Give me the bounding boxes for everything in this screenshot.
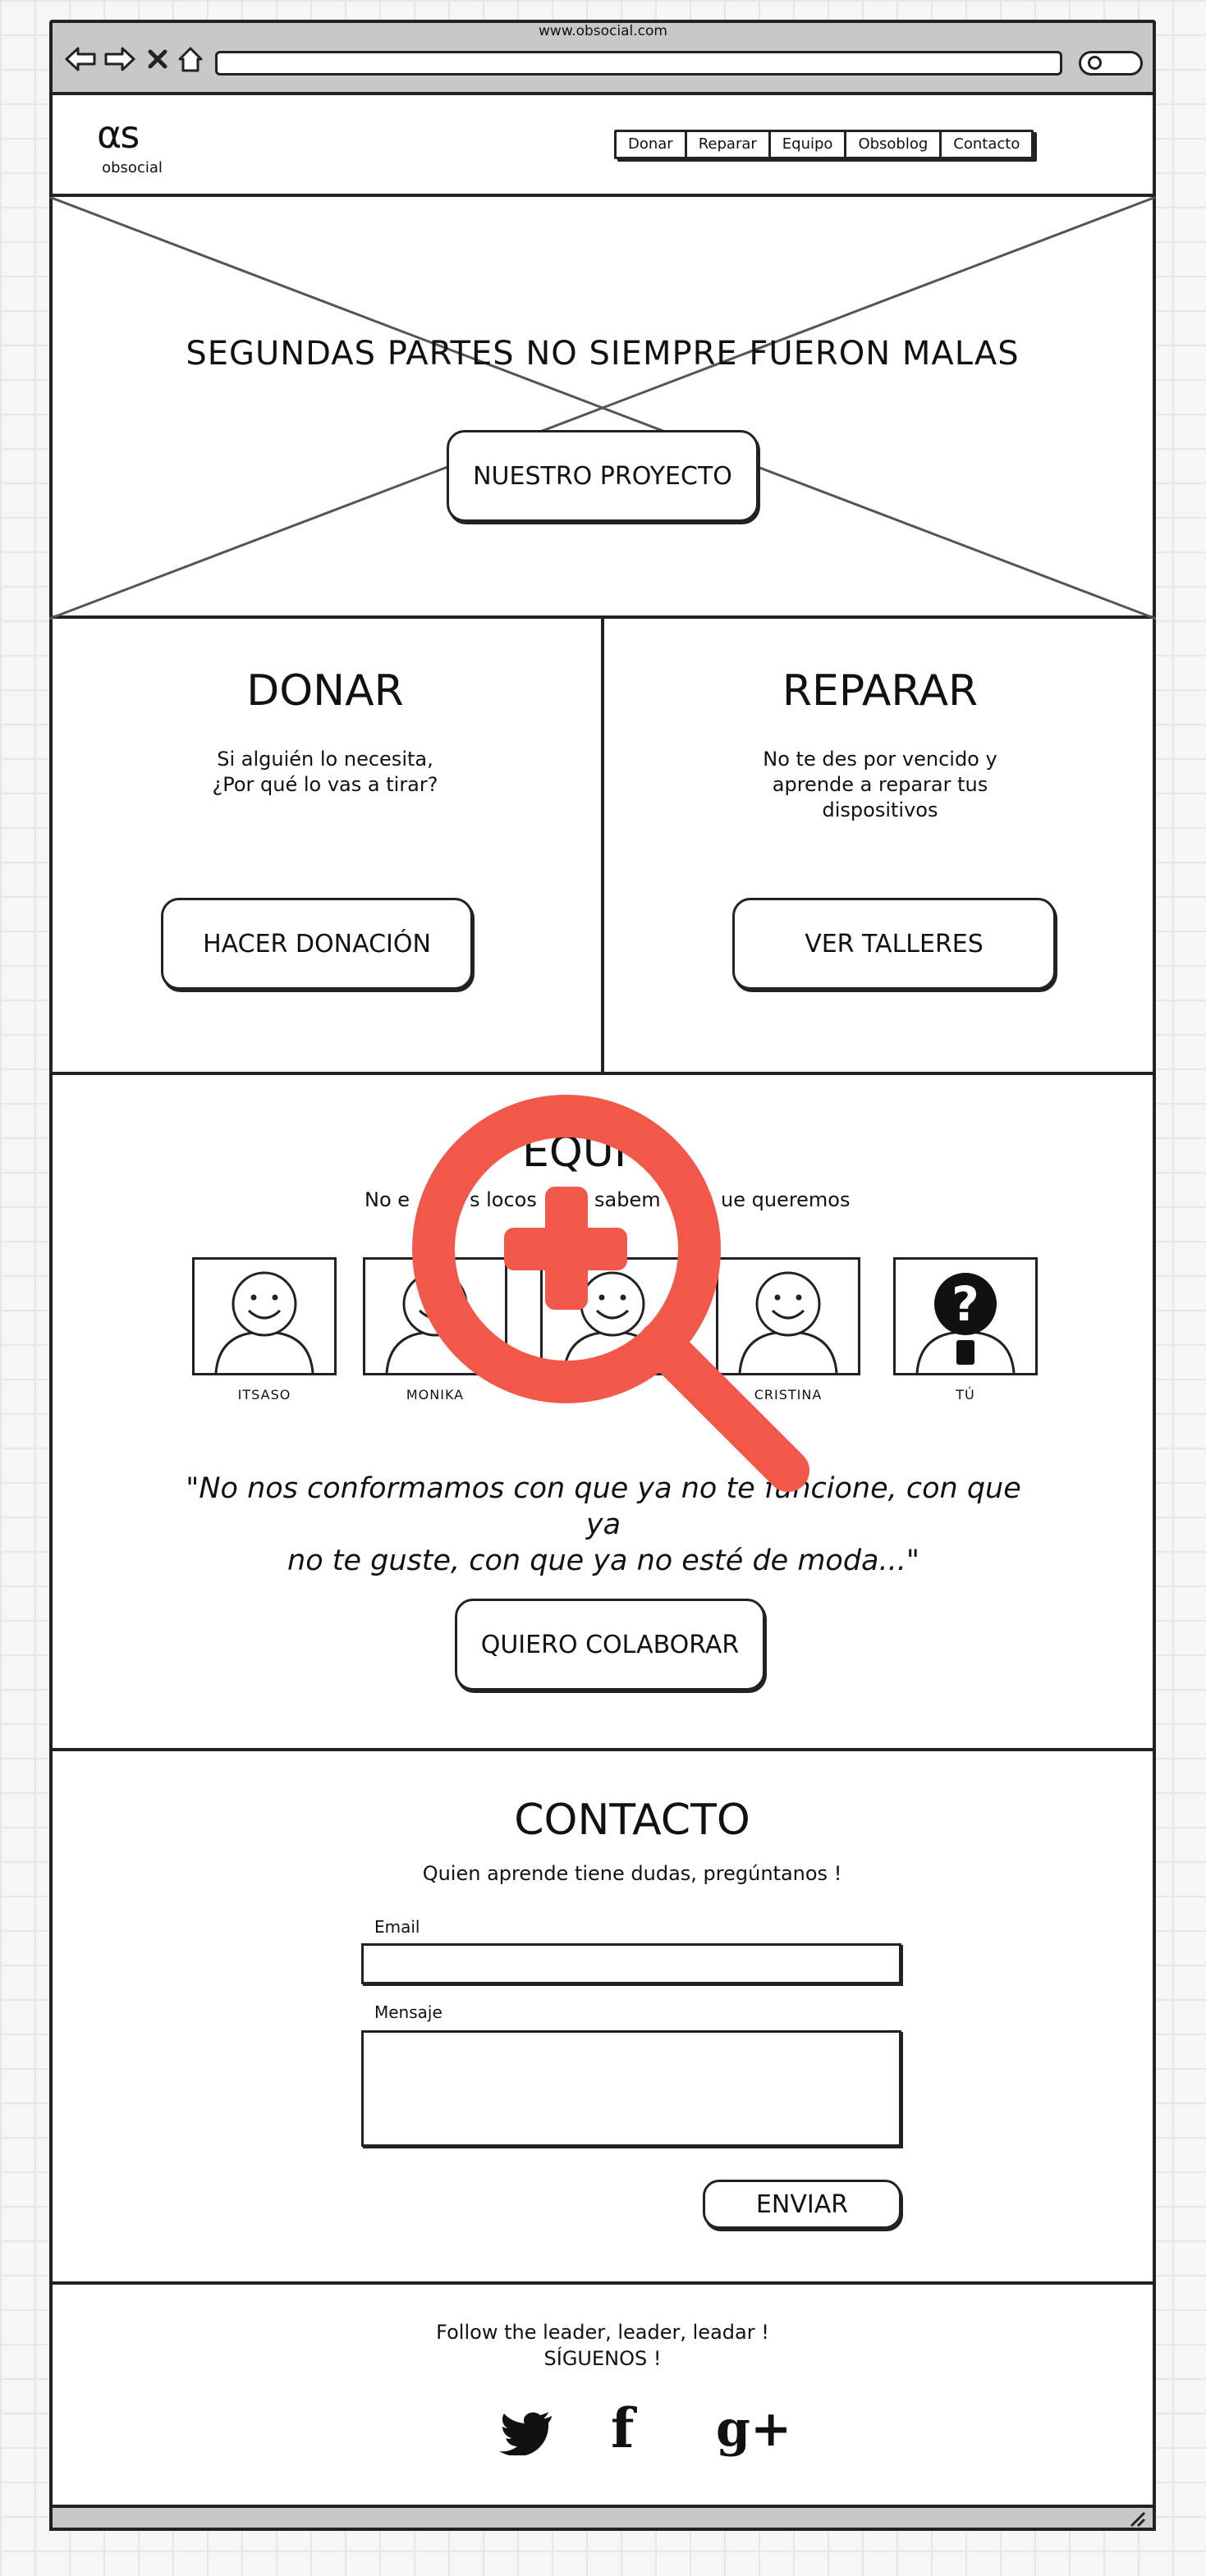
- nav-equipo[interactable]: Equipo: [771, 132, 847, 157]
- section-divider: [49, 1748, 1156, 1751]
- zoom-in-icon[interactable]: [397, 1080, 824, 1507]
- donate-button[interactable]: HACER DONACIÓN: [161, 898, 473, 990]
- reparar-text-line: dispositivos: [822, 798, 938, 821]
- logo-text: obsocial: [102, 159, 163, 176]
- search-icon: [1088, 56, 1102, 70]
- logo-mark[interactable]: αs: [97, 115, 163, 154]
- collaborate-button[interactable]: QUIERO COLABORAR: [455, 1599, 765, 1691]
- email-field[interactable]: [361, 1943, 901, 1984]
- reparar-text: No te des por vencido y aprende a repara…: [604, 747, 1156, 823]
- back-icon[interactable]: [64, 43, 97, 75]
- footer-line: Follow the leader, leader, leadar !: [436, 2321, 769, 2344]
- email-label: Email: [374, 1917, 420, 1937]
- contacto-subtitle: Quien aprende tiene dudas, pregúntanos !: [422, 1862, 842, 1885]
- browser-search-field[interactable]: [1079, 51, 1143, 75]
- home-icon[interactable]: [174, 43, 207, 75]
- send-button[interactable]: ENVIAR: [703, 2180, 901, 2229]
- quote-line: no te guste, con que ya no esté de moda.…: [287, 1544, 919, 1577]
- page-url: www.obsocial.com: [539, 23, 667, 39]
- team-member-avatar-you: ?: [893, 1257, 1038, 1375]
- reparar-title: REPARAR: [782, 666, 979, 716]
- resize-grip-icon[interactable]: [1128, 2510, 1146, 2528]
- close-icon[interactable]: [144, 43, 171, 75]
- workshops-button[interactable]: VER TALLERES: [732, 898, 1056, 990]
- donar-title: DONAR: [246, 666, 404, 716]
- hero-title: SEGUNDAS PARTES NO SIEMPRE FUERON MALAS: [186, 335, 1020, 373]
- svg-text:?: ?: [952, 1276, 979, 1332]
- message-label: Mensaje: [374, 2002, 443, 2022]
- facebook-icon[interactable]: f: [611, 2401, 634, 2455]
- main-nav: Donar Reparar Equipo Obsoblog Contacto: [614, 130, 1034, 159]
- section-divider: [49, 1072, 1156, 1075]
- project-button[interactable]: NUESTRO PROYECTO: [447, 430, 759, 522]
- donar-text: Si alguién lo necesita, ¿Por qué lo vas …: [49, 747, 601, 798]
- address-bar[interactable]: [215, 51, 1062, 75]
- team-member-name: TÚ: [956, 1387, 975, 1402]
- nav-obsoblog[interactable]: Obsoblog: [846, 132, 942, 157]
- twitter-icon[interactable]: [499, 2409, 553, 2464]
- contacto-title: CONTACTO: [514, 1796, 750, 1845]
- reparar-text-line: aprende a reparar tus: [772, 773, 988, 796]
- team-member-avatar: [192, 1257, 337, 1375]
- forward-icon[interactable]: [103, 43, 136, 75]
- message-field[interactable]: [361, 2030, 901, 2147]
- reparar-text-line: No te des por vencido y: [763, 748, 997, 771]
- donar-text-line: Si alguién lo necesita,: [217, 748, 433, 771]
- donar-text-line: ¿Por qué lo vas a tirar?: [212, 773, 438, 796]
- google-plus-icon[interactable]: g+: [716, 2404, 791, 2454]
- hero-image-placeholder: [49, 194, 1156, 620]
- team-member-name: ITSASO: [237, 1387, 291, 1402]
- nav-reparar[interactable]: Reparar: [687, 132, 771, 157]
- nav-contacto[interactable]: Contacto: [942, 132, 1031, 157]
- browser-statusbar: [49, 2505, 1156, 2531]
- nav-donar[interactable]: Donar: [617, 132, 687, 157]
- section-divider: [49, 2281, 1156, 2285]
- footer-line: SÍGUENOS !: [543, 2347, 662, 2370]
- footer-text: Follow the leader, leader, leadar ! SÍGU…: [49, 2319, 1156, 2372]
